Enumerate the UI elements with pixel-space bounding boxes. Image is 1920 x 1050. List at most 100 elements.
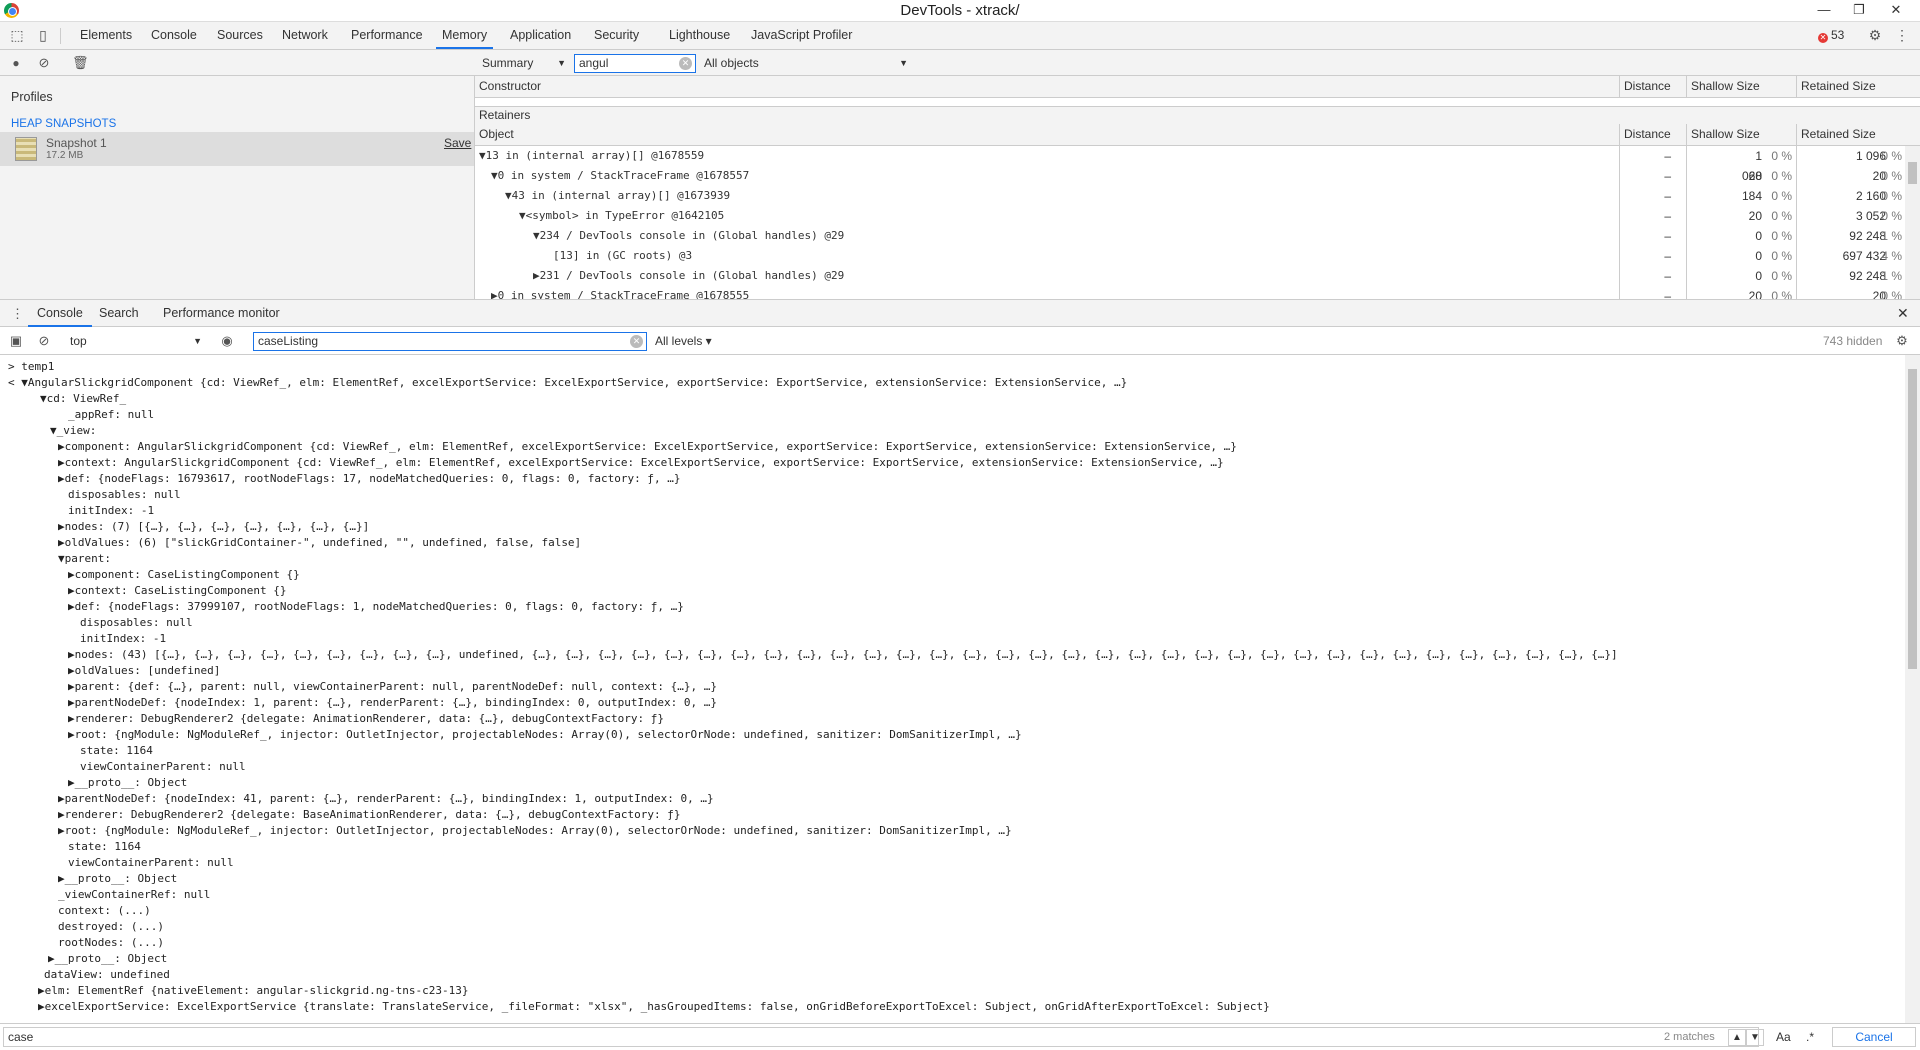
console-line[interactable]: context: (...): [58, 903, 151, 919]
close-drawer-icon[interactable]: ✕: [1897, 305, 1909, 322]
console-line[interactable]: > temp1: [8, 359, 54, 375]
console-line[interactable]: ▶oldValues: (6) ["slickGridContainer-", …: [58, 535, 581, 551]
scrollbar-thumb[interactable]: [1908, 369, 1917, 669]
console-line[interactable]: ▶def: {nodeFlags: 16793617, rootNodeFlag…: [58, 471, 681, 487]
console-settings-icon[interactable]: ⚙: [1894, 333, 1910, 349]
console-line[interactable]: state: 1164: [80, 743, 153, 759]
console-line[interactable]: disposables: null: [68, 487, 181, 503]
retainers-scrollbar[interactable]: [1905, 146, 1920, 299]
console-line[interactable]: disposables: null: [80, 615, 193, 631]
scrollbar-thumb[interactable]: [1908, 162, 1917, 184]
console-line[interactable]: viewContainerParent: null: [80, 759, 246, 775]
drawer-tab-performance-monitor[interactable]: Performance monitor: [163, 300, 280, 327]
console-line[interactable]: ▶parent: {def: {…}, parent: null, viewCo…: [68, 679, 717, 695]
sidebar-toggle-icon[interactable]: ▣: [8, 333, 24, 349]
restore-icon[interactable]: ❐: [1845, 0, 1873, 22]
tab-javascript-profiler[interactable]: JavaScript Profiler: [751, 22, 852, 49]
clear-console-icon[interactable]: ⊘: [36, 333, 52, 349]
col-constructor[interactable]: Constructor: [475, 76, 1619, 97]
clear-icon[interactable]: ⊘: [36, 55, 52, 71]
console-line[interactable]: < ▼AngularSlickgridComponent {cd: ViewRe…: [8, 375, 1127, 391]
next-match-icon[interactable]: ▼: [1746, 1029, 1764, 1046]
console-line[interactable]: ▶parentNodeDef: {nodeIndex: 41, parent: …: [58, 791, 714, 807]
col-shallow-size[interactable]: Shallow Size: [1686, 76, 1796, 97]
close-window-icon[interactable]: ✕: [1882, 0, 1910, 22]
save-link[interactable]: Save: [444, 136, 471, 150]
console-line[interactable]: ▶nodes: (43) [{…}, {…}, {…}, {…}, {…}, {…: [68, 647, 1618, 663]
console-line[interactable]: ▶parentNodeDef: {nodeIndex: 1, parent: {…: [68, 695, 717, 711]
class-filter-input[interactable]: angul ✕: [574, 54, 696, 73]
console-line[interactable]: ▶root: {ngModule: NgModuleRef_, injector…: [68, 727, 1022, 743]
record-icon[interactable]: ●: [8, 55, 24, 71]
snapshot-item[interactable]: Snapshot 1 17.2 MB Save: [0, 132, 474, 166]
console-line[interactable]: ▶__proto__: Object: [58, 871, 177, 887]
console-line[interactable]: ▶__proto__: Object: [68, 775, 187, 791]
retainer-row[interactable]: ▶0 in system / StackTraceFrame @1678555 –…: [475, 286, 1905, 299]
col-distance[interactable]: Distance: [1619, 76, 1686, 97]
tab-performance[interactable]: Performance: [351, 22, 423, 49]
previous-match-icon[interactable]: ▲: [1728, 1029, 1746, 1046]
retainer-row[interactable]: ▼<symbol> in TypeError @1642105–20 0 % 3 0…: [475, 206, 1905, 226]
more-options-icon[interactable]: ⋮: [1893, 27, 1911, 45]
col-retained-size[interactable]: Retained Size: [1796, 124, 1920, 145]
tab-lighthouse[interactable]: Lighthouse: [669, 22, 730, 49]
console-line[interactable]: ▶component: AngularSlickgridComponent {c…: [58, 439, 1237, 455]
drawer-menu-icon[interactable]: ⋮: [11, 306, 24, 322]
clear-filter-icon[interactable]: ✕: [630, 335, 643, 348]
retainer-row[interactable]: ▼0 in system / StackTraceFrame @1678557 –…: [475, 166, 1905, 186]
tab-sources[interactable]: Sources: [217, 22, 263, 49]
console-line[interactable]: ▶excelExportService: ExcelExportService …: [38, 999, 1270, 1015]
console-line[interactable]: ▶renderer: DebugRenderer2 {delegate: Ani…: [68, 711, 664, 727]
col-shallow-size[interactable]: Shallow Size: [1686, 124, 1796, 145]
retainer-row[interactable]: [13] in (GC roots) @3–0 0 % 697 432 4 %: [475, 246, 1905, 266]
console-line[interactable]: ▶elm: ElementRef {nativeElement: angular…: [38, 983, 468, 999]
tab-elements[interactable]: Elements: [80, 22, 132, 49]
clear-filter-icon[interactable]: ✕: [679, 57, 692, 70]
console-line[interactable]: ▶oldValues: [undefined]: [68, 663, 220, 679]
settings-gear-icon[interactable]: ⚙: [1866, 27, 1884, 45]
retainer-row[interactable]: ▶231 / DevTools console in (Global handl…: [475, 266, 1905, 286]
retainer-row[interactable]: ▼43 in (internal array)[] @1673939 – 184 0 …: [475, 186, 1905, 206]
view-select[interactable]: Summary ▼: [482, 54, 566, 72]
minimize-icon[interactable]: —: [1810, 0, 1838, 22]
console-line[interactable]: viewContainerParent: null: [68, 855, 234, 871]
retainer-row[interactable]: ▼234 / DevTools console in (Global handl…: [475, 226, 1905, 246]
console-line[interactable]: ▶component: CaseListingComponent {}: [68, 567, 300, 583]
col-retained-size[interactable]: Retained Size: [1796, 76, 1920, 97]
console-line[interactable]: ▶context: CaseListingComponent {}: [68, 583, 287, 599]
objects-select[interactable]: All objects ▼: [704, 54, 908, 72]
console-line[interactable]: destroyed: (...): [58, 919, 164, 935]
console-line[interactable]: ▶nodes: (7) [{…}, {…}, {…}, {…}, {…}, {……: [58, 519, 369, 535]
trash-icon[interactable]: 🗑: [72, 55, 89, 71]
drawer-tab-console[interactable]: Console: [28, 300, 92, 327]
regex-button[interactable]: .*: [1806, 1030, 1814, 1044]
drawer-tab-search[interactable]: Search: [99, 300, 139, 327]
console-line[interactable]: rootNodes: (...): [58, 935, 164, 951]
match-case-button[interactable]: Aa: [1776, 1030, 1791, 1044]
tab-network[interactable]: Network: [282, 22, 328, 49]
console-line[interactable]: _appRef: null: [68, 407, 154, 423]
levels-select[interactable]: All levels ▾: [655, 332, 712, 350]
console-line[interactable]: initIndex: -1: [68, 503, 154, 519]
console-line[interactable]: initIndex: -1: [80, 631, 166, 647]
eye-icon[interactable]: ◉: [219, 333, 235, 349]
console-line[interactable]: ▶__proto__: Object: [48, 951, 167, 967]
console-line[interactable]: ▼parent:: [58, 551, 111, 567]
context-select[interactable]: top ▼: [70, 332, 202, 350]
console-line[interactable]: state: 1164: [68, 839, 141, 855]
error-count-badge[interactable]: ✕ 53: [1818, 28, 1844, 43]
find-input[interactable]: case: [3, 1027, 1759, 1047]
console-line[interactable]: _viewContainerRef: null: [58, 887, 210, 903]
tab-console[interactable]: Console: [151, 22, 197, 49]
retainer-row[interactable]: ▼13 in (internal array)[] @1678559–1 068…: [475, 146, 1905, 183]
device-toolbar-icon[interactable]: ▯: [34, 27, 52, 45]
console-line[interactable]: ▶root: {ngModule: NgModuleRef_, injector…: [58, 823, 1012, 839]
console-line[interactable]: ▶renderer: DebugRenderer2 {delegate: Bas…: [58, 807, 681, 823]
console-filter-input[interactable]: caseListing ✕: [253, 332, 647, 351]
col-distance[interactable]: Distance: [1619, 124, 1686, 145]
console-line[interactable]: ▼cd: ViewRef_: [40, 391, 126, 407]
console-line[interactable]: ▶def: {nodeFlags: 37999107, rootNodeFlag…: [68, 599, 684, 615]
cancel-button[interactable]: Cancel: [1832, 1027, 1916, 1047]
console-line[interactable]: dataView: undefined: [44, 967, 170, 983]
tab-application[interactable]: Application: [510, 22, 571, 49]
